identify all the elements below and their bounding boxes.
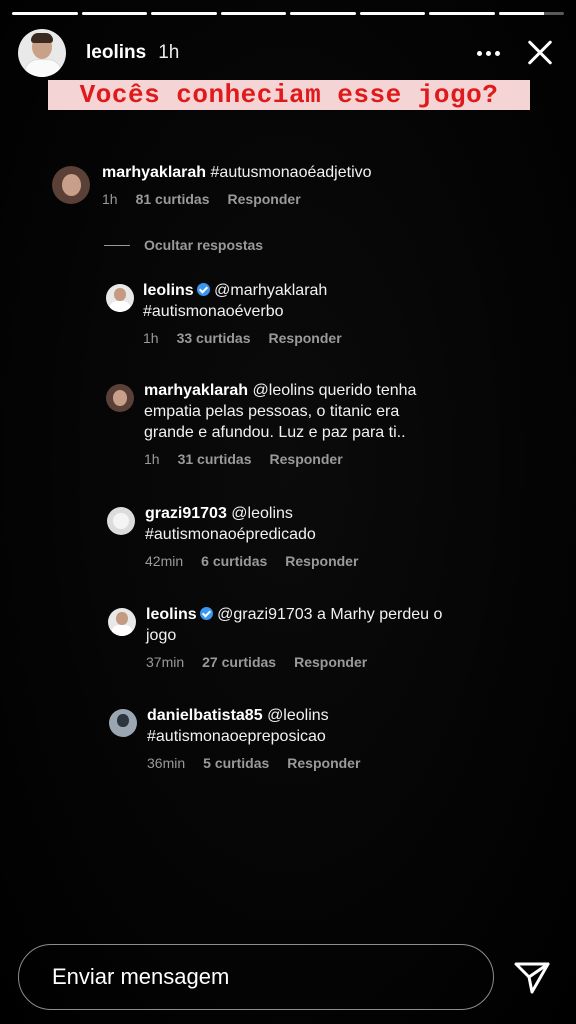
story-username[interactable]: leolins [86, 42, 146, 64]
progress-segment [359, 12, 425, 15]
hide-replies-label: Ocultar respostas [144, 237, 264, 253]
comment-body: @leolins [231, 505, 293, 522]
comment-text: leolins @marhyaklarah #autismonaoéverbo [143, 280, 533, 322]
comment-body: empatia pelas pessoas, o titanic era [144, 403, 400, 420]
comment-username[interactable]: leolins [146, 606, 197, 623]
more-horizontal-icon[interactable] [468, 36, 508, 70]
avatar[interactable] [52, 166, 90, 204]
comment-body: jogo [146, 627, 177, 644]
avatar[interactable] [106, 284, 134, 312]
comment-likes[interactable]: 27 curtidas [202, 654, 276, 670]
reply-button[interactable]: Responder [287, 755, 360, 771]
comment-body: #autismonaoépredicado [145, 526, 316, 543]
comment-username[interactable]: marhyaklarah [102, 164, 206, 181]
comment-meta: 36min 5 curtidas Responder [147, 755, 547, 771]
comment-body: #autismonaoepreposicao [147, 728, 326, 745]
comment-username[interactable]: grazi91703 [145, 505, 227, 522]
comment-body: grande e afundou. Luz e paz para ti.. [144, 424, 406, 441]
reply-button[interactable]: Responder [228, 191, 301, 207]
comment-meta: 42min 6 curtidas Responder [145, 553, 545, 569]
reply-button[interactable]: Responder [285, 553, 358, 569]
comment-text: marhyaklarah #autusmonaoéadjetivo [102, 162, 522, 183]
story-time: 1h [158, 42, 180, 63]
progress-segment [151, 12, 217, 15]
reply-button[interactable]: Responder [294, 654, 367, 670]
progress-segment [12, 12, 78, 15]
comment-likes[interactable]: 81 curtidas [136, 191, 210, 207]
progress-segment [220, 12, 286, 15]
comment-meta: 37min 27 curtidas Responder [146, 654, 546, 670]
message-input[interactable]: Enviar mensagem [18, 944, 494, 1010]
comment-body: @leolins querido tenha [252, 382, 417, 399]
progress-segment [429, 12, 495, 15]
reply-button[interactable]: Responder [269, 330, 342, 346]
comment-text: marhyaklarah @leolins querido tenha empat… [144, 380, 544, 443]
comment-body: @leolins [267, 707, 329, 724]
avatar[interactable] [108, 608, 136, 636]
progress-segment [81, 12, 147, 15]
comment-time: 1h [143, 330, 159, 346]
avatar[interactable] [18, 29, 66, 77]
comment-time: 1h [144, 451, 160, 467]
avatar[interactable] [109, 709, 137, 737]
reply-button[interactable]: Responder [270, 451, 343, 467]
story-banner-text: Vocês conheciam esse jogo? [48, 80, 530, 110]
comment-username[interactable]: marhyaklarah [144, 382, 248, 399]
comment-text: danielbatista85 @leolins #autismonaoeprep… [147, 705, 547, 747]
progress-segment [498, 12, 564, 15]
comment-body: #autusmonaoéadjetivo [210, 164, 372, 181]
comment-username[interactable]: danielbatista85 [147, 707, 263, 724]
comment-time: 1h [102, 191, 118, 207]
comment-time: 36min [147, 755, 186, 771]
comment-meta: 1h 31 curtidas Responder [144, 451, 544, 467]
avatar[interactable] [107, 507, 135, 535]
paper-plane-icon[interactable] [512, 958, 552, 998]
verified-badge-icon [199, 607, 213, 620]
verified-badge-icon [196, 283, 210, 296]
story-viewer: leolins 1h Vocês conheciam esse jogo? ma… [0, 0, 576, 1024]
comment-meta: 1h 33 curtidas Responder [143, 330, 533, 346]
comment-likes[interactable]: 5 curtidas [203, 755, 269, 771]
comment-likes[interactable]: 6 curtidas [201, 553, 267, 569]
comment-username[interactable]: leolins [143, 282, 194, 299]
comment-body: @grazi91703 a Marhy perdeu o [217, 606, 443, 623]
story-progress [12, 12, 564, 16]
comment-text: leolins @grazi91703 a Marhy perdeu o jogo [146, 604, 546, 646]
message-placeholder: Enviar mensagem [52, 964, 230, 989]
comment-time: 42min [145, 553, 184, 569]
comment-text: grazi91703 @leolins #autismonaoépredicado [145, 503, 545, 545]
progress-segment [290, 12, 356, 15]
comment-body: @marhyaklarah [214, 282, 328, 299]
story-header: leolins 1h [18, 26, 558, 80]
close-icon[interactable] [522, 34, 558, 70]
avatar[interactable] [106, 384, 134, 412]
comment-likes[interactable]: 31 curtidas [178, 451, 252, 467]
comment-body: #autismonaoéverbo [143, 303, 284, 320]
hide-replies-button[interactable]: Ocultar respostas [104, 237, 263, 253]
comment-meta: 1h 81 curtidas Responder [102, 191, 522, 207]
comment-time: 37min [146, 654, 185, 670]
comment-likes[interactable]: 33 curtidas [177, 330, 251, 346]
